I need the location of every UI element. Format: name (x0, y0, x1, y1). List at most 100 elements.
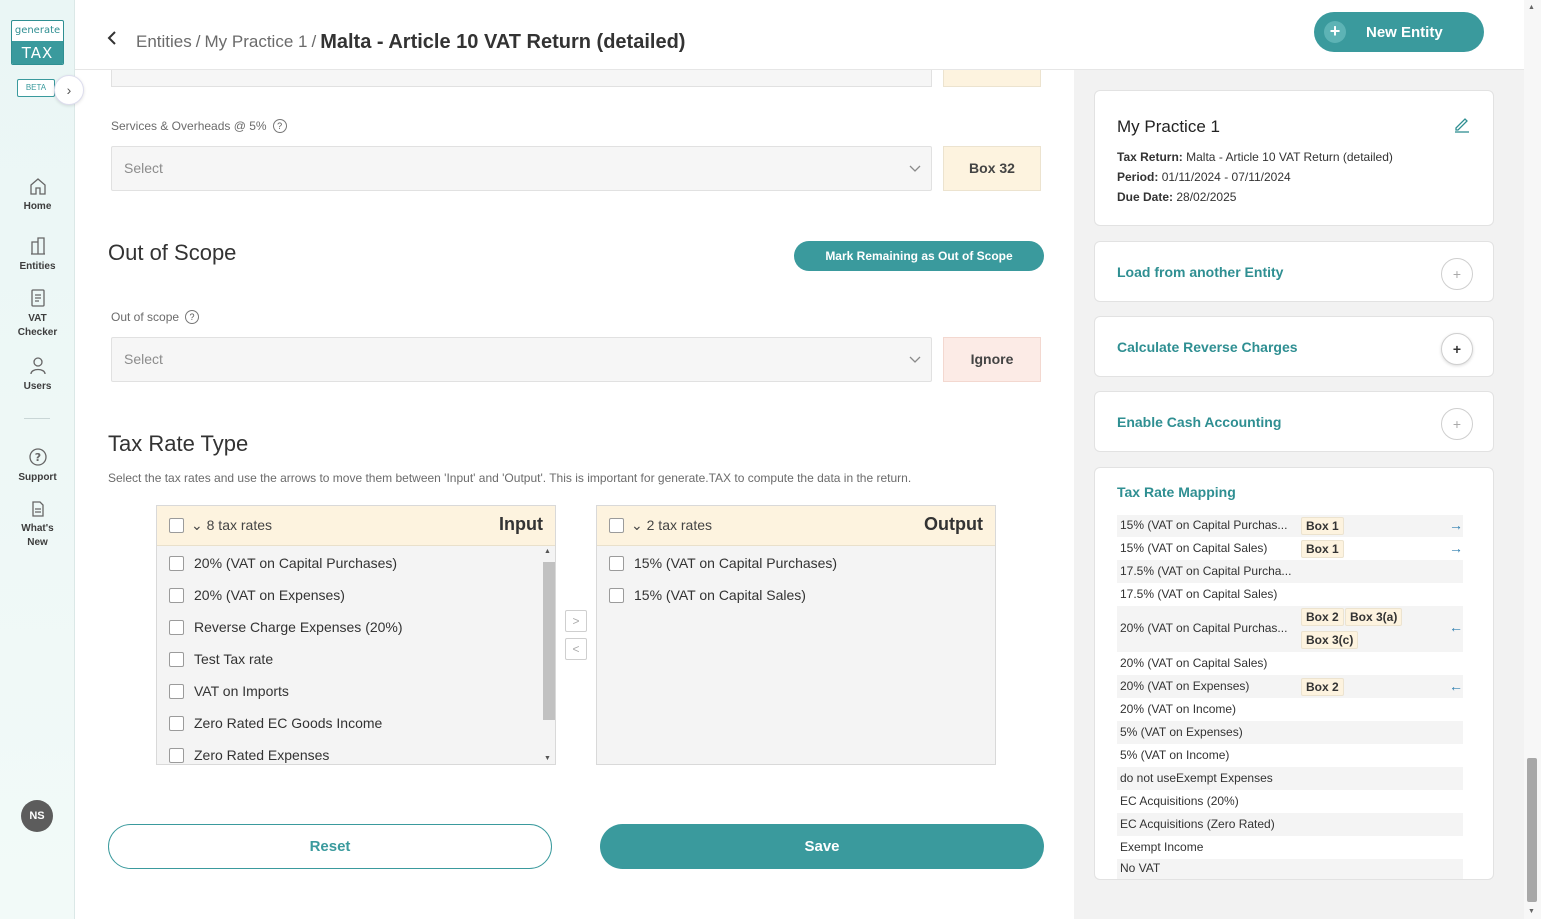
select-all-output-checkbox[interactable] (609, 518, 624, 533)
services-select-placeholder: Select (124, 160, 163, 176)
reverse-charges-title[interactable]: Calculate Reverse Charges (1117, 339, 1298, 355)
load-entity-card[interactable]: Load from another Entity + (1094, 241, 1494, 302)
load-entity-title[interactable]: Load from another Entity (1117, 264, 1283, 280)
breadcrumb-entities[interactable]: Entities (136, 32, 192, 51)
arrow-right-icon[interactable]: → (1449, 540, 1463, 556)
mark-remaining-button[interactable]: Mark Remaining as Out of Scope (794, 241, 1044, 271)
mapping-row[interactable]: 5% (VAT on Expenses) (1117, 721, 1463, 744)
list-item[interactable]: 20% (VAT on Expenses) (169, 587, 345, 603)
help-circle-icon: ? (28, 448, 47, 466)
plus-icon[interactable]: + (1441, 258, 1473, 290)
chevron-right-icon: › (66, 82, 72, 98)
services-select[interactable]: Select (111, 146, 932, 191)
item-label: 15% (VAT on Capital Sales) (634, 587, 806, 603)
list-item[interactable]: 20% (VAT on Capital Purchases) (169, 555, 397, 571)
plus-icon[interactable]: + (1441, 408, 1473, 440)
mapping-row[interactable]: 20% (VAT on Capital Purchas... Box 2 Box… (1117, 606, 1463, 652)
cash-accounting-title[interactable]: Enable Cash Accounting (1117, 414, 1281, 430)
item-checkbox[interactable] (169, 555, 184, 571)
list-item[interactable]: Zero Rated EC Goods Income (169, 715, 382, 731)
list-item[interactable]: VAT on Imports (169, 683, 289, 699)
tax-return-label: Tax Return: (1117, 150, 1183, 164)
save-button[interactable]: Save (600, 824, 1044, 869)
expand-sidebar-button[interactable]: › (54, 75, 84, 105)
page-scroll-thumb[interactable] (1527, 758, 1537, 902)
move-to-input-button[interactable]: < (565, 638, 587, 660)
user-icon (29, 357, 46, 375)
out-of-scope-select-placeholder: Select (124, 351, 163, 367)
sidebar-item-support[interactable]: ? Support (0, 447, 75, 485)
edit-pencil-icon[interactable] (1453, 115, 1471, 136)
reverse-charges-card[interactable]: Calculate Reverse Charges + (1094, 316, 1494, 377)
out-of-scope-label: Out of scope ? (111, 310, 200, 324)
mapping-row[interactable]: EC Acquisitions (Zero Rated) (1117, 813, 1463, 836)
list-item[interactable]: 15% (VAT on Capital Purchases) (609, 555, 837, 571)
item-checkbox[interactable] (169, 747, 184, 763)
out-of-scope-title: Out of Scope (108, 240, 237, 265)
item-checkbox[interactable] (169, 619, 184, 635)
mapping-row[interactable]: 15% (VAT on Capital Purchas... Box 1 → (1117, 515, 1463, 537)
mapping-row[interactable]: 20% (VAT on Income) (1117, 698, 1463, 721)
item-checkbox[interactable] (169, 683, 184, 699)
item-checkbox[interactable] (609, 555, 624, 571)
breadcrumb-practice[interactable]: My Practice 1 (204, 32, 307, 51)
mapping-row[interactable]: do not useExempt Expenses (1117, 767, 1463, 790)
mapping-row[interactable]: EC Acquisitions (20%) (1117, 790, 1463, 813)
list-item[interactable]: Reverse Charge Expenses (20%) (169, 619, 403, 635)
box-badge: Box 1 (1301, 517, 1344, 535)
sidebar-item-whats-new[interactable]: What's New (0, 500, 75, 550)
arrow-left-icon[interactable]: ← (1449, 619, 1463, 635)
sidebar-item-entities[interactable]: Entities (0, 236, 75, 274)
sidebar-item-users[interactable]: Users (0, 356, 75, 394)
mapping-row[interactable]: 5% (VAT on Income) (1117, 744, 1463, 767)
mapping-name: 15% (VAT on Capital Purchas... (1120, 518, 1288, 532)
input-count-text: 8 tax rates (206, 517, 272, 533)
output-count[interactable]: ⌄ 2 tax rates (631, 517, 712, 534)
arrow-right-icon[interactable]: → (1449, 517, 1463, 533)
scroll-thumb[interactable] (543, 562, 555, 720)
sidebar-item-home[interactable]: Home (0, 176, 75, 214)
box-badge: Box 1 (1301, 540, 1344, 558)
previous-select-field[interactable] (111, 70, 932, 87)
help-icon[interactable]: ? (185, 310, 200, 324)
sidebar-divider (24, 418, 50, 419)
mapping-row[interactable]: 20% (VAT on Expenses) Box 2 ← (1117, 675, 1463, 698)
mapping-row[interactable]: No VAT (1117, 859, 1463, 879)
item-checkbox[interactable] (169, 651, 184, 667)
mapping-row[interactable]: 17.5% (VAT on Capital Purcha... (1117, 560, 1463, 583)
list-item[interactable]: Zero Rated Expenses (169, 747, 329, 763)
tax-rate-mapping-title: Tax Rate Mapping (1117, 484, 1236, 500)
list-item[interactable]: 15% (VAT on Capital Sales) (609, 587, 806, 603)
mapping-row[interactable]: 15% (VAT on Capital Sales) Box 1 → (1117, 537, 1463, 560)
scroll-down-icon[interactable]: ▼ (1528, 908, 1535, 915)
scroll-down-icon[interactable]: ▼ (544, 755, 551, 762)
generate-tax-logo[interactable]: generate TAX (11, 20, 64, 65)
reset-button[interactable]: Reset (108, 824, 552, 869)
scroll-up-icon[interactable]: ▲ (1528, 4, 1535, 11)
arrow-left-icon[interactable]: ← (1449, 678, 1463, 694)
out-of-scope-select[interactable]: Select (111, 337, 932, 382)
mapping-row[interactable]: 20% (VAT on Capital Sales) (1117, 652, 1463, 675)
scroll-up-icon[interactable]: ▲ (544, 548, 551, 555)
cash-accounting-card[interactable]: Enable Cash Accounting + (1094, 391, 1494, 452)
input-list-scrollbar[interactable]: ▲ ▼ (542, 548, 555, 762)
plus-icon[interactable]: + (1441, 333, 1473, 365)
mapping-name: 5% (VAT on Income) (1120, 748, 1230, 762)
item-checkbox[interactable] (609, 587, 624, 603)
new-entity-button[interactable]: + New Entity (1314, 12, 1484, 52)
item-checkbox[interactable] (169, 715, 184, 731)
main-content: Services & Overheads @ 5% ? Select Box 3… (75, 70, 1074, 919)
back-button[interactable] (105, 29, 123, 47)
input-count[interactable]: ⌄ 8 tax rates (191, 517, 272, 534)
list-item[interactable]: Test Tax rate (169, 651, 273, 667)
sidebar-item-vat-checker[interactable]: VAT Checker (0, 288, 75, 340)
home-icon (29, 178, 46, 195)
mapping-row[interactable]: Exempt Income (1117, 836, 1463, 859)
user-avatar[interactable]: NS (21, 800, 53, 832)
help-icon[interactable]: ? (272, 119, 287, 133)
move-to-output-button[interactable]: > (565, 610, 587, 632)
item-checkbox[interactable] (169, 587, 184, 603)
select-all-input-checkbox[interactable] (169, 518, 184, 533)
page-scrollbar[interactable]: ▲ ▼ (1524, 0, 1541, 919)
mapping-row[interactable]: 17.5% (VAT on Capital Sales) (1117, 583, 1463, 606)
